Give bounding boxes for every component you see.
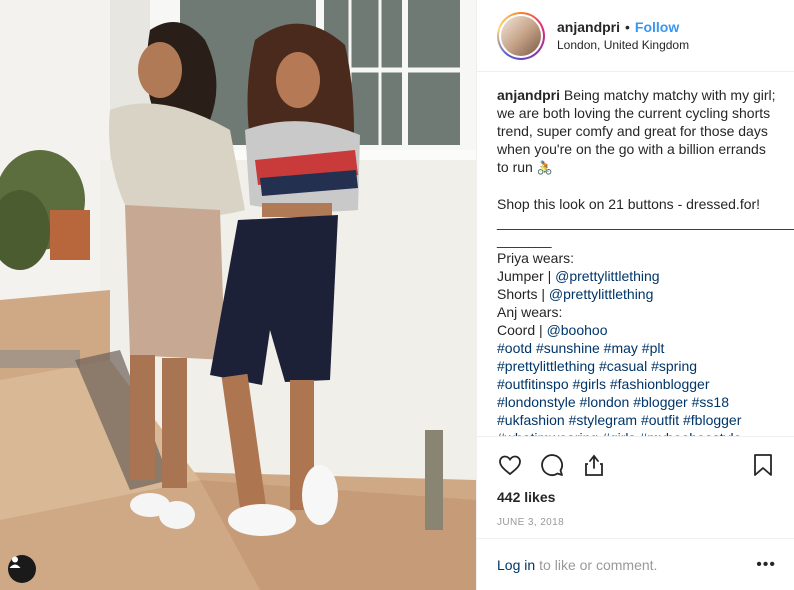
shop-line: Shop this look on 21 buttons - dressed.f… (497, 196, 761, 212)
jumper-label: Jumper | (497, 268, 552, 284)
hashtag-link[interactable]: #fblogger (683, 412, 741, 428)
jumper-mention[interactable]: @prettylittlething (555, 268, 659, 284)
likes-count[interactable]: 442 likes (497, 489, 776, 505)
hashtag-link[interactable]: #londonstyle (497, 394, 576, 410)
share-icon[interactable] (581, 452, 607, 478)
drain-pipe (425, 430, 443, 530)
drain-grate (0, 350, 80, 368)
hashtag-link[interactable]: #casual (599, 358, 647, 374)
coord-mention[interactable]: @boohoo (547, 322, 608, 338)
shorts-mention[interactable]: @prettylittlething (549, 286, 653, 302)
hashtag-line: #whatimwearing #girls #myboohoostyle (497, 429, 776, 436)
login-prompt-text: to like or comment. (539, 556, 658, 573)
hashtag-link[interactable]: #girls (573, 376, 606, 392)
login-link[interactable]: Log in (497, 557, 535, 573)
instagram-post: anjandpri • Follow London, United Kingdo… (0, 0, 794, 590)
post-photo[interactable] (0, 0, 476, 590)
anj-wears: Anj wears: (497, 304, 563, 320)
post-header: anjandpri • Follow London, United Kingdo… (477, 0, 794, 72)
separator-dot: • (625, 19, 630, 35)
hashtag-link[interactable]: #stylegram (569, 412, 637, 428)
hashtag-line: #londonstyle #london #blogger #ss18 (497, 393, 776, 411)
photo-illustration (0, 0, 476, 590)
caption-username[interactable]: anjandpri (497, 87, 560, 103)
hashtag-link[interactable]: #sunshine (536, 340, 600, 356)
hashtag-line: #ootd #sunshine #may #plt (497, 339, 776, 357)
bicycle-emoji: 🚴 (536, 160, 553, 175)
heart-icon[interactable] (497, 452, 523, 478)
hashtag-link[interactable]: #blogger (633, 394, 688, 410)
caption: anjandpri Being matchy matchy with my gi… (477, 72, 794, 436)
hashtag-link[interactable]: #outfit (641, 412, 679, 428)
bookmark-icon[interactable] (750, 452, 776, 478)
hashtag-link[interactable]: #ukfashion (497, 412, 565, 428)
hashtag-link[interactable]: #may (604, 340, 638, 356)
hashtag-link[interactable]: #plt (642, 340, 665, 356)
story-ring[interactable] (497, 11, 545, 60)
hashtag-line: #ukfashion #stylegram #outfit #fblogger (497, 411, 776, 429)
header-username[interactable]: anjandpri (557, 19, 620, 35)
divider-line-2: _______ (497, 232, 552, 248)
avatar[interactable] (501, 15, 541, 56)
hashtag-link[interactable]: #london (580, 394, 630, 410)
hashtag-link[interactable]: #outfitinspo (497, 376, 569, 392)
flower-pot (50, 210, 90, 260)
hashtag-block: #ootd #sunshine #may #plt #prettylittleth… (497, 339, 776, 436)
post-side-panel: anjandpri • Follow London, United Kingdo… (476, 0, 794, 590)
coord-label: Coord | (497, 322, 543, 338)
priya-wears: Priya wears: (497, 250, 575, 266)
hashtag-link[interactable]: #spring (651, 358, 697, 374)
comment-icon[interactable] (539, 452, 565, 478)
hashtag-line: #outfitinspo #girls #fashionblogger (497, 375, 776, 393)
post-date[interactable]: JUNE 3, 2018 (497, 517, 776, 528)
user-tag-icon[interactable] (8, 555, 36, 583)
hashtag-link[interactable]: #prettylittlething (497, 358, 595, 374)
more-options-icon[interactable]: ••• (756, 556, 776, 574)
shorts-label: Shorts | (497, 286, 545, 302)
comment-footer: Log in to like or comment. ••• (477, 538, 794, 590)
hashtag-link[interactable]: #fashionblogger (610, 376, 710, 392)
hashtag-link[interactable]: #ss18 (692, 394, 729, 410)
hashtag-line: #prettylittlething #casual #spring (497, 357, 776, 375)
location-link[interactable]: London, United Kingdom (557, 38, 689, 52)
divider-line: ________________________________________ (497, 214, 794, 230)
post-actions: 442 likes JUNE 3, 2018 (477, 436, 794, 538)
hashtag-link[interactable]: #ootd (497, 340, 532, 356)
follow-button[interactable]: Follow (635, 19, 679, 35)
